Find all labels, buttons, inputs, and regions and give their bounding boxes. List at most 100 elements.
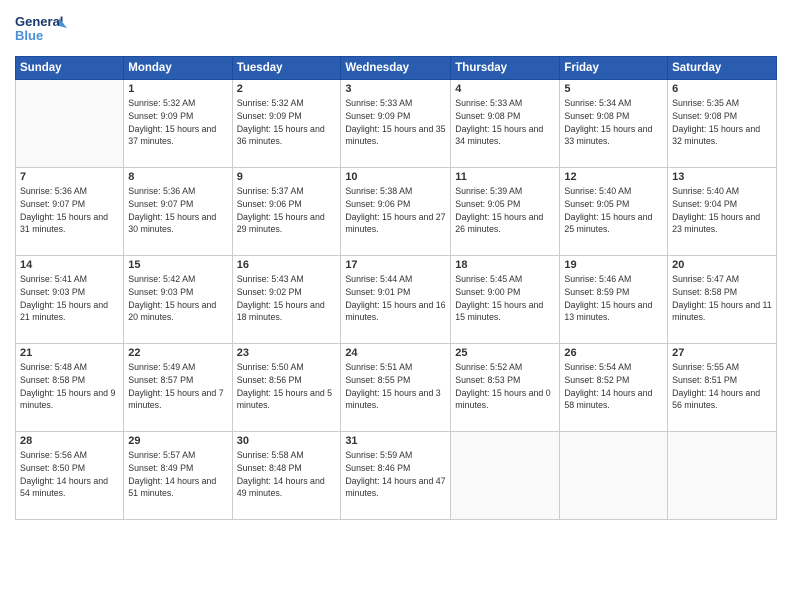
day-number: 9 [237, 171, 337, 183]
day-number: 26 [564, 347, 663, 359]
day-number: 24 [345, 347, 446, 359]
day-number: 2 [237, 83, 337, 95]
calendar-cell: 25 Sunrise: 5:52 AMSunset: 8:53 PMDaylig… [451, 344, 560, 432]
calendar-cell: 17 Sunrise: 5:44 AMSunset: 9:01 PMDaylig… [341, 256, 451, 344]
day-number: 12 [564, 171, 663, 183]
day-number: 5 [564, 83, 663, 95]
day-number: 16 [237, 259, 337, 271]
day-info: Sunrise: 5:36 AMSunset: 9:07 PMDaylight:… [20, 186, 108, 234]
day-info: Sunrise: 5:32 AMSunset: 9:09 PMDaylight:… [128, 98, 216, 146]
calendar-cell: 2 Sunrise: 5:32 AMSunset: 9:09 PMDayligh… [232, 80, 341, 168]
day-number: 1 [128, 83, 227, 95]
calendar-cell: 1 Sunrise: 5:32 AMSunset: 9:09 PMDayligh… [124, 80, 232, 168]
calendar-cell: 7 Sunrise: 5:36 AMSunset: 9:07 PMDayligh… [16, 168, 124, 256]
day-number: 22 [128, 347, 227, 359]
day-info: Sunrise: 5:39 AMSunset: 9:05 PMDaylight:… [455, 186, 543, 234]
day-number: 31 [345, 435, 446, 447]
calendar-cell: 11 Sunrise: 5:39 AMSunset: 9:05 PMDaylig… [451, 168, 560, 256]
calendar-cell: 18 Sunrise: 5:45 AMSunset: 9:00 PMDaylig… [451, 256, 560, 344]
week-row-4: 21 Sunrise: 5:48 AMSunset: 8:58 PMDaylig… [16, 344, 777, 432]
calendar-cell: 5 Sunrise: 5:34 AMSunset: 9:08 PMDayligh… [560, 80, 668, 168]
calendar-table: SundayMondayTuesdayWednesdayThursdayFrid… [15, 56, 777, 520]
day-info: Sunrise: 5:33 AMSunset: 9:09 PMDaylight:… [345, 98, 445, 146]
day-info: Sunrise: 5:58 AMSunset: 8:48 PMDaylight:… [237, 450, 325, 498]
day-info: Sunrise: 5:40 AMSunset: 9:05 PMDaylight:… [564, 186, 652, 234]
day-info: Sunrise: 5:34 AMSunset: 9:08 PMDaylight:… [564, 98, 652, 146]
day-info: Sunrise: 5:38 AMSunset: 9:06 PMDaylight:… [345, 186, 445, 234]
calendar-cell: 20 Sunrise: 5:47 AMSunset: 8:58 PMDaylig… [668, 256, 777, 344]
day-info: Sunrise: 5:35 AMSunset: 9:08 PMDaylight:… [672, 98, 760, 146]
calendar-cell [451, 432, 560, 520]
svg-text:Blue: Blue [15, 28, 43, 43]
svg-text:General: General [15, 14, 63, 29]
day-number: 27 [672, 347, 772, 359]
day-number: 4 [455, 83, 555, 95]
calendar-cell: 12 Sunrise: 5:40 AMSunset: 9:05 PMDaylig… [560, 168, 668, 256]
day-info: Sunrise: 5:44 AMSunset: 9:01 PMDaylight:… [345, 274, 445, 322]
day-info: Sunrise: 5:37 AMSunset: 9:06 PMDaylight:… [237, 186, 325, 234]
day-info: Sunrise: 5:59 AMSunset: 8:46 PMDaylight:… [345, 450, 445, 498]
calendar-cell: 29 Sunrise: 5:57 AMSunset: 8:49 PMDaylig… [124, 432, 232, 520]
day-info: Sunrise: 5:50 AMSunset: 8:56 PMDaylight:… [237, 362, 332, 410]
day-info: Sunrise: 5:43 AMSunset: 9:02 PMDaylight:… [237, 274, 325, 322]
day-number: 7 [20, 171, 119, 183]
calendar-cell: 14 Sunrise: 5:41 AMSunset: 9:03 PMDaylig… [16, 256, 124, 344]
day-info: Sunrise: 5:32 AMSunset: 9:09 PMDaylight:… [237, 98, 325, 146]
week-row-3: 14 Sunrise: 5:41 AMSunset: 9:03 PMDaylig… [16, 256, 777, 344]
day-number: 19 [564, 259, 663, 271]
day-info: Sunrise: 5:42 AMSunset: 9:03 PMDaylight:… [128, 274, 216, 322]
header: General Blue [15, 10, 777, 48]
weekday-tuesday: Tuesday [232, 57, 341, 80]
day-info: Sunrise: 5:45 AMSunset: 9:00 PMDaylight:… [455, 274, 543, 322]
weekday-wednesday: Wednesday [341, 57, 451, 80]
calendar-cell: 10 Sunrise: 5:38 AMSunset: 9:06 PMDaylig… [341, 168, 451, 256]
day-number: 8 [128, 171, 227, 183]
day-number: 21 [20, 347, 119, 359]
day-info: Sunrise: 5:46 AMSunset: 8:59 PMDaylight:… [564, 274, 652, 322]
day-info: Sunrise: 5:36 AMSunset: 9:07 PMDaylight:… [128, 186, 216, 234]
day-info: Sunrise: 5:40 AMSunset: 9:04 PMDaylight:… [672, 186, 760, 234]
calendar-cell: 19 Sunrise: 5:46 AMSunset: 8:59 PMDaylig… [560, 256, 668, 344]
calendar-cell: 27 Sunrise: 5:55 AMSunset: 8:51 PMDaylig… [668, 344, 777, 432]
page: General Blue SundayMondayTuesdayWednesda… [0, 0, 792, 612]
weekday-thursday: Thursday [451, 57, 560, 80]
day-number: 14 [20, 259, 119, 271]
day-number: 30 [237, 435, 337, 447]
day-info: Sunrise: 5:33 AMSunset: 9:08 PMDaylight:… [455, 98, 543, 146]
day-info: Sunrise: 5:54 AMSunset: 8:52 PMDaylight:… [564, 362, 652, 410]
day-number: 29 [128, 435, 227, 447]
calendar-cell: 9 Sunrise: 5:37 AMSunset: 9:06 PMDayligh… [232, 168, 341, 256]
day-info: Sunrise: 5:57 AMSunset: 8:49 PMDaylight:… [128, 450, 216, 498]
day-number: 23 [237, 347, 337, 359]
weekday-header-row: SundayMondayTuesdayWednesdayThursdayFrid… [16, 57, 777, 80]
day-number: 18 [455, 259, 555, 271]
day-info: Sunrise: 5:52 AMSunset: 8:53 PMDaylight:… [455, 362, 550, 410]
day-number: 17 [345, 259, 446, 271]
calendar-cell: 3 Sunrise: 5:33 AMSunset: 9:09 PMDayligh… [341, 80, 451, 168]
calendar-cell: 31 Sunrise: 5:59 AMSunset: 8:46 PMDaylig… [341, 432, 451, 520]
calendar-cell: 28 Sunrise: 5:56 AMSunset: 8:50 PMDaylig… [16, 432, 124, 520]
day-number: 3 [345, 83, 446, 95]
calendar-cell: 8 Sunrise: 5:36 AMSunset: 9:07 PMDayligh… [124, 168, 232, 256]
week-row-5: 28 Sunrise: 5:56 AMSunset: 8:50 PMDaylig… [16, 432, 777, 520]
day-info: Sunrise: 5:41 AMSunset: 9:03 PMDaylight:… [20, 274, 108, 322]
day-number: 20 [672, 259, 772, 271]
day-number: 10 [345, 171, 446, 183]
day-info: Sunrise: 5:48 AMSunset: 8:58 PMDaylight:… [20, 362, 115, 410]
day-number: 25 [455, 347, 555, 359]
calendar-cell [16, 80, 124, 168]
calendar-cell: 22 Sunrise: 5:49 AMSunset: 8:57 PMDaylig… [124, 344, 232, 432]
calendar-cell [560, 432, 668, 520]
day-number: 13 [672, 171, 772, 183]
day-number: 28 [20, 435, 119, 447]
day-info: Sunrise: 5:51 AMSunset: 8:55 PMDaylight:… [345, 362, 440, 410]
day-info: Sunrise: 5:49 AMSunset: 8:57 PMDaylight:… [128, 362, 223, 410]
calendar-cell: 26 Sunrise: 5:54 AMSunset: 8:52 PMDaylig… [560, 344, 668, 432]
week-row-1: 1 Sunrise: 5:32 AMSunset: 9:09 PMDayligh… [16, 80, 777, 168]
day-number: 11 [455, 171, 555, 183]
calendar-cell: 6 Sunrise: 5:35 AMSunset: 9:08 PMDayligh… [668, 80, 777, 168]
weekday-sunday: Sunday [16, 57, 124, 80]
calendar-cell: 21 Sunrise: 5:48 AMSunset: 8:58 PMDaylig… [16, 344, 124, 432]
calendar-cell: 24 Sunrise: 5:51 AMSunset: 8:55 PMDaylig… [341, 344, 451, 432]
day-number: 6 [672, 83, 772, 95]
